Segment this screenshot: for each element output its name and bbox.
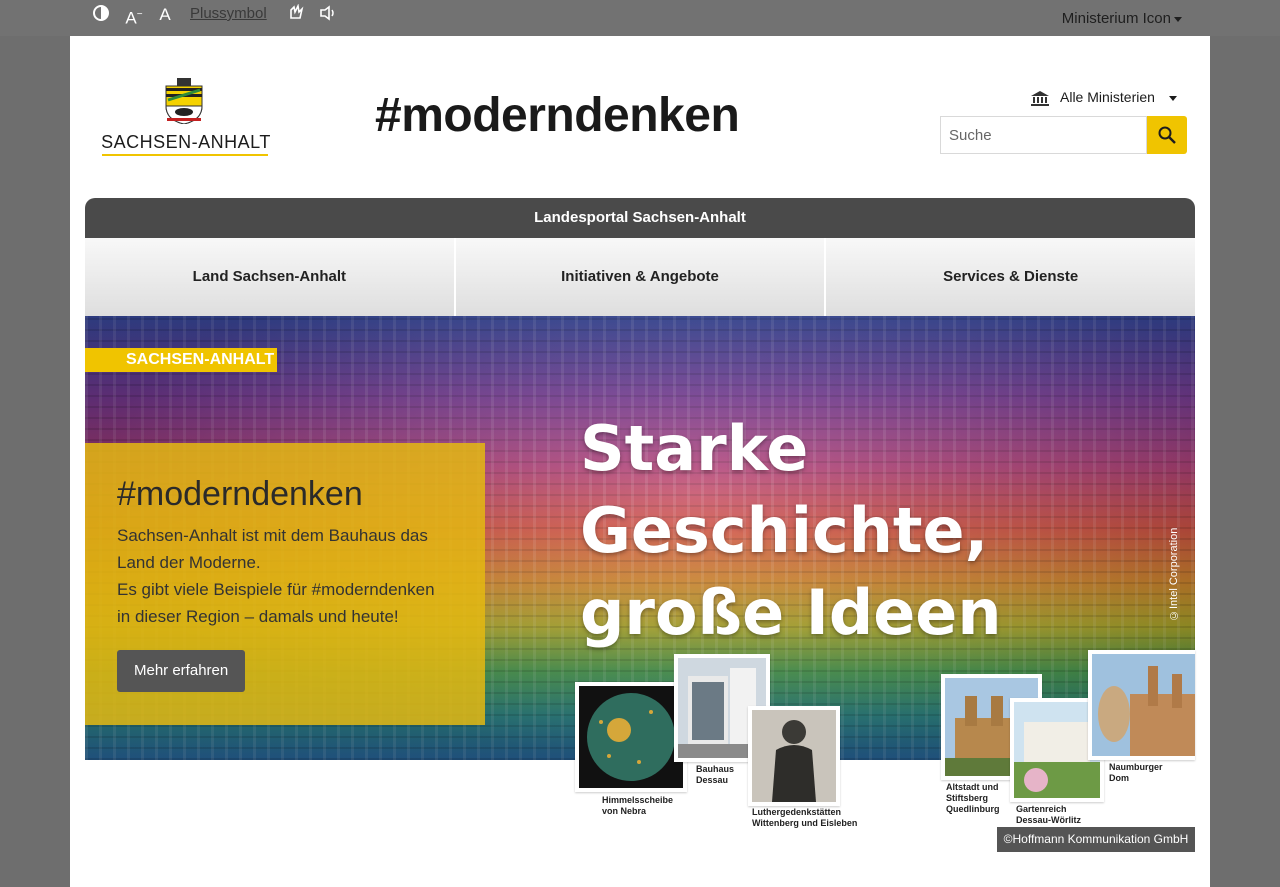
slogan-line-2: große Ideen [580,576,1002,649]
nav-item-initiativen[interactable]: Initiativen & Angebote [455,238,827,316]
page-headline: #moderndenken [375,89,740,142]
search-input[interactable] [940,116,1147,154]
font-size-icon[interactable]: A [156,4,174,26]
font-decrease-icon[interactable]: A− [124,4,144,28]
photo-copyright: ©Intel Corporation [1168,527,1180,621]
logo-underline [102,154,268,156]
logo[interactable]: SACHSEN-ANHALT [100,78,272,160]
bank-icon [1031,91,1049,107]
portal-title-bar[interactable]: Landesportal Sachsen-Anhalt [85,198,1195,238]
hero-slogan: Starke Geschichte, große Ideen [580,408,1195,654]
hero-box-title: #moderndenken [117,475,363,513]
hero-text-box: #moderndenken Sachsen-Anhalt ist mit dem… [85,443,485,725]
contrast-icon[interactable] [92,4,110,26]
more-info-button[interactable]: Mehr erfahren [117,650,246,692]
logo-text: SACHSEN-ANHALT [101,132,271,152]
ministry-select-label: Alle Ministerien [1060,89,1155,105]
caret-down-icon [1174,16,1182,22]
slogan-line-1: Starke Geschichte, [580,412,989,567]
page-container: SACHSEN-ANHALT #moderndenken Alle Minist… [70,36,1210,887]
hero-banner: SACHSEN-ANHALT #moderndenken Sachsen-Anh… [85,316,1195,760]
hero-badge: SACHSEN-ANHALT [85,348,277,372]
main-nav: Land Sachsen-Anhalt Initiativen & Angebo… [85,238,1196,316]
coat-of-arms-icon [165,78,203,124]
ministry-label: Ministerium Icon [1061,10,1171,27]
ministry-select[interactable]: Alle Ministerien [1030,89,1177,107]
plus-symbol-link[interactable]: Plussymbol [190,4,267,24]
nav-item-services[interactable]: Services & Dienste [826,238,1196,316]
sign-language-icon[interactable] [287,3,305,26]
chevron-down-icon [1168,95,1177,101]
search-button[interactable] [1147,116,1187,154]
hero-box-line-4: in dieser Region – damals und heute! [117,607,399,626]
speaker-icon[interactable] [318,4,338,26]
hero-box-line-1: Sachsen-Anhalt ist mit dem Bauhaus das [117,526,428,545]
ministry-dropdown[interactable]: Ministerium Icon [1062,10,1182,27]
search-icon [1158,126,1176,144]
hero-box-line-3: Es gibt viele Beispiele für #moderndenke… [117,580,435,599]
hero-box-line-2: Land der Moderne. [117,553,261,572]
top-utility-bar: A− A Plussymbol Ministerium Icon [0,0,1280,36]
nav-item-land[interactable]: Land Sachsen-Anhalt [85,238,456,316]
